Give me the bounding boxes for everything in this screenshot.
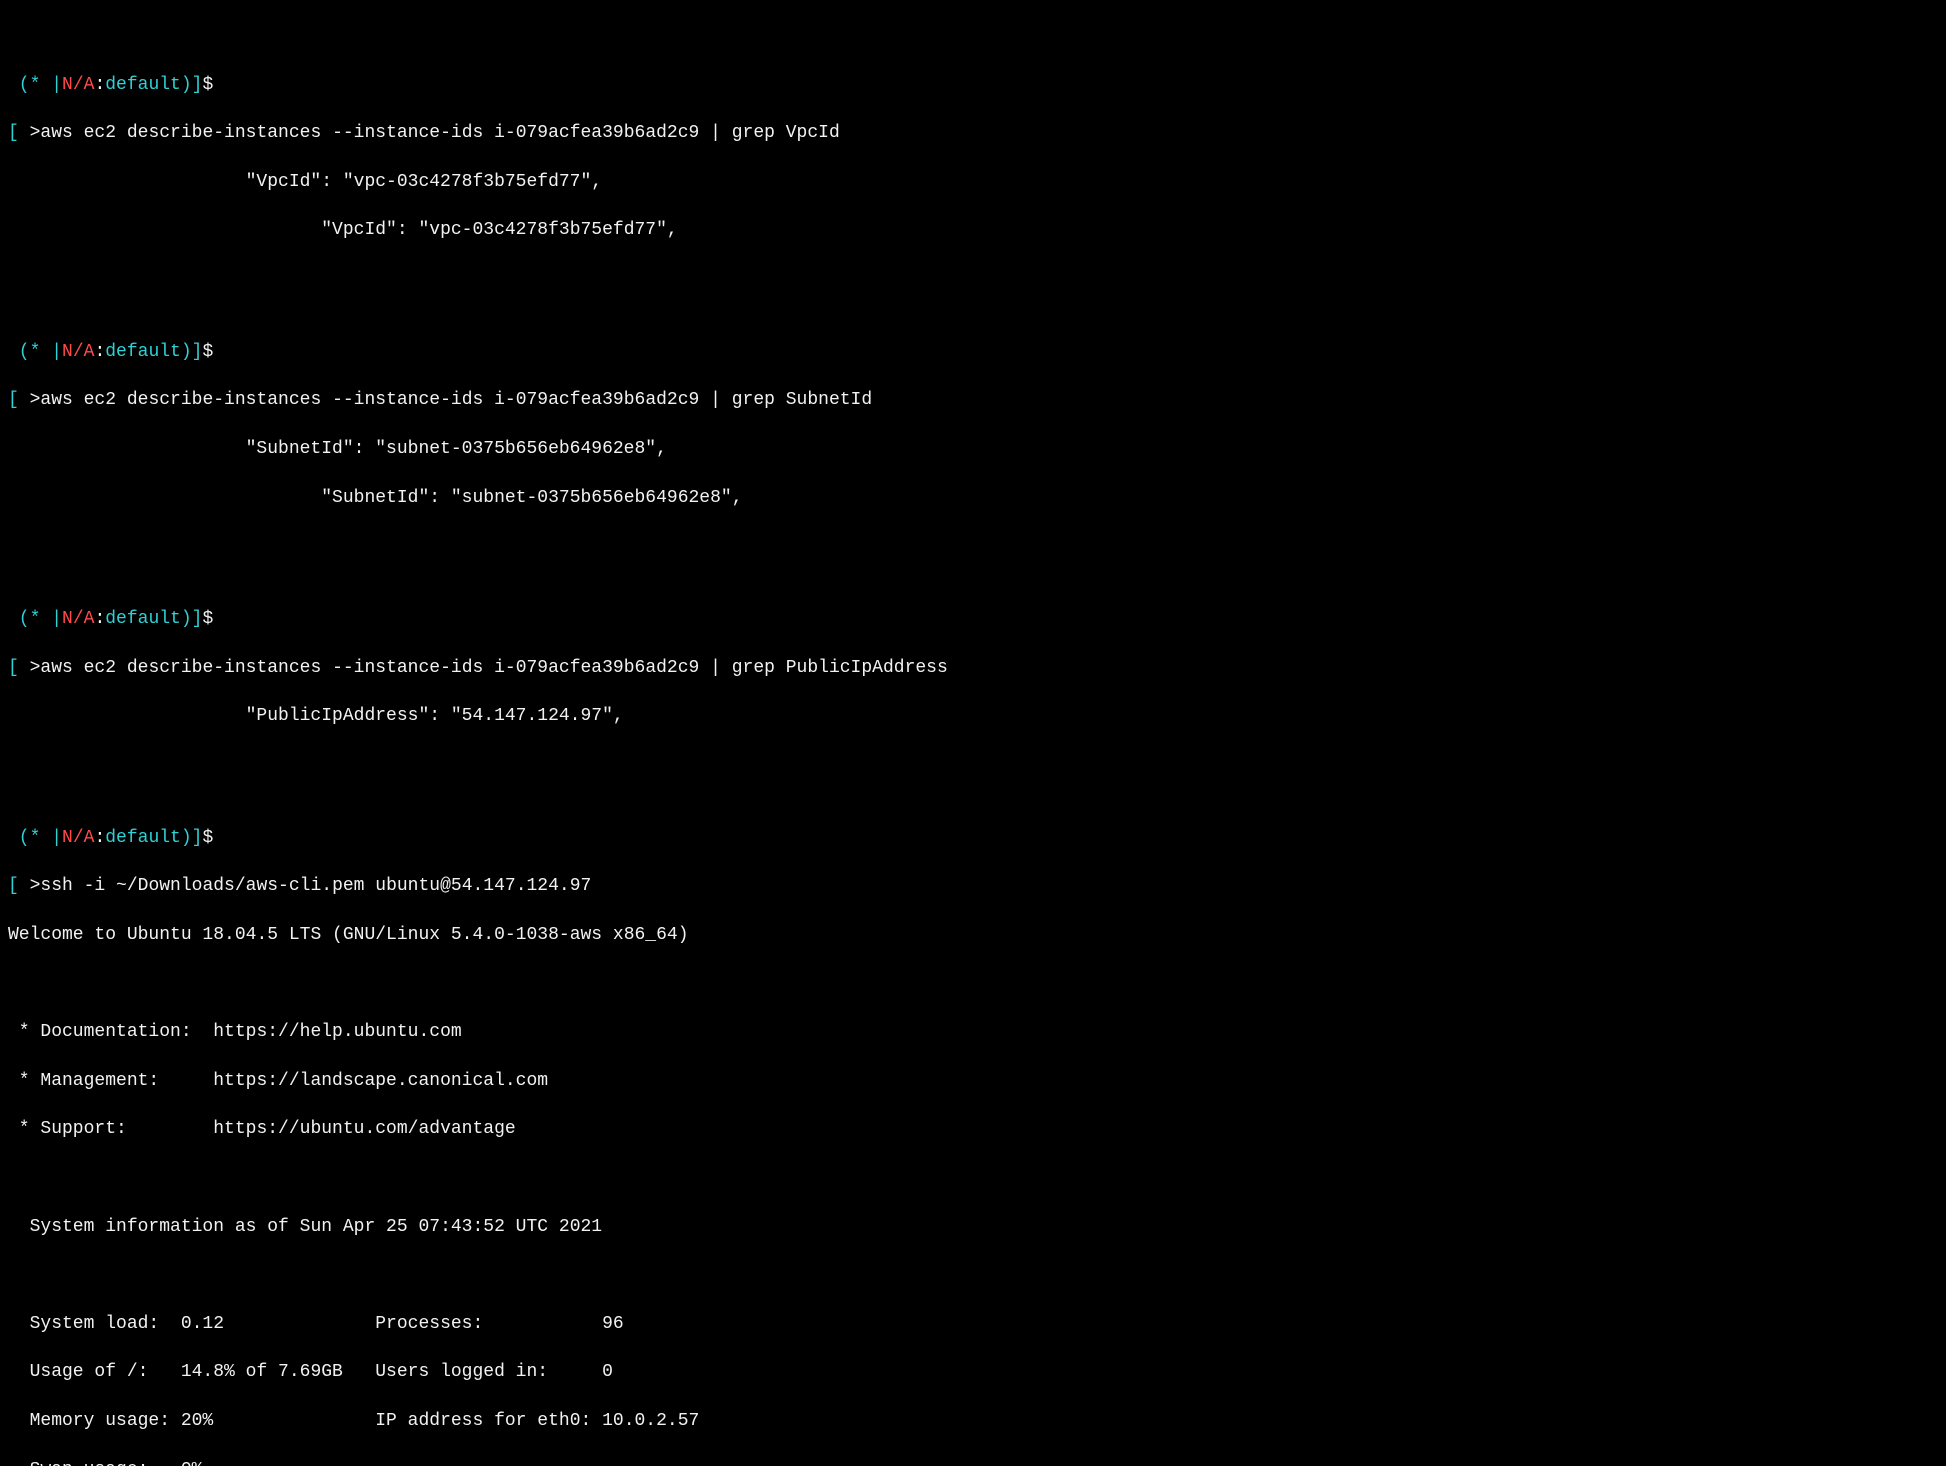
colon-sep: : xyxy=(94,75,105,95)
env-default: default xyxy=(105,609,181,629)
env-default: default xyxy=(105,75,181,95)
blank-line xyxy=(8,534,1938,558)
env-na: N/A xyxy=(62,342,94,362)
gt-icon: > xyxy=(30,390,41,410)
star-icon: * xyxy=(30,75,41,95)
sysinfo-row: Usage of /: 14.8% of 7.69GB Users logged… xyxy=(8,1360,1938,1384)
paren-open: ( xyxy=(8,828,30,848)
colon-sep: : xyxy=(94,609,105,629)
dollar: $ xyxy=(202,828,213,848)
blank-line xyxy=(8,1263,1938,1287)
publicip-out: "PublicIpAddress": "54.147.124.97", xyxy=(8,704,624,728)
cmd-text: aws ec2 describe-instances --instance-id… xyxy=(40,390,872,410)
subnet-out-1: "SubnetId": "subnet-0375b656eb64962e8", xyxy=(8,437,667,461)
output-line: "SubnetId": "subnet-0375b656eb64962e8", xyxy=(8,486,1938,510)
star-icon: * xyxy=(30,609,41,629)
bracket-open-icon: [ xyxy=(8,390,30,410)
terminal-window[interactable]: (* |N/A:default)]$ [ >aws ec2 describe-i… xyxy=(0,0,1946,1466)
colon-sep: : xyxy=(94,828,105,848)
sysinfo-header: System information as of Sun Apr 25 07:4… xyxy=(8,1215,1938,1239)
prompt-line: (* |N/A:default)]$ xyxy=(8,73,1938,97)
blank-line xyxy=(8,753,1938,777)
bracket-open-icon: [ xyxy=(8,876,30,896)
prompt-line: (* |N/A:default)]$ xyxy=(8,340,1938,364)
output-line: "PublicIpAddress": "54.147.124.97", xyxy=(8,704,1938,728)
star-icon: * xyxy=(30,828,41,848)
vpc-out-1: "VpcId": "vpc-03c4278f3b75efd77", xyxy=(8,170,602,194)
bracket-open-icon: [ xyxy=(8,658,30,678)
welcome-line: Welcome to Ubuntu 18.04.5 LTS (GNU/Linux… xyxy=(8,923,1938,947)
sysinfo-row: Memory usage: 20% IP address for eth0: 1… xyxy=(8,1409,1938,1433)
env-na: N/A xyxy=(62,609,94,629)
gt-icon: > xyxy=(30,658,41,678)
subnet-out-2: "SubnetId": "subnet-0375b656eb64962e8", xyxy=(8,486,743,510)
prompt-line: (* |N/A:default)]$ xyxy=(8,607,1938,631)
sysinfo-row: Swap usage: 0% xyxy=(8,1458,1938,1466)
close-bracket: )] xyxy=(181,828,203,848)
gt-icon: > xyxy=(30,876,41,896)
env-na: N/A xyxy=(62,75,94,95)
dollar: $ xyxy=(202,342,213,362)
dollar: $ xyxy=(202,75,213,95)
sysinfo-row: System load: 0.12 Processes: 96 xyxy=(8,1312,1938,1336)
command-line: [ >aws ec2 describe-instances --instance… xyxy=(8,656,1938,680)
output-line: "SubnetId": "subnet-0375b656eb64962e8", xyxy=(8,437,1938,461)
doc-link: * Documentation: https://help.ubuntu.com xyxy=(8,1020,1938,1044)
env-default: default xyxy=(105,828,181,848)
dollar: $ xyxy=(202,609,213,629)
close-bracket: )] xyxy=(181,75,203,95)
blank-line xyxy=(8,267,1938,291)
command-line: [ >aws ec2 describe-instances --instance… xyxy=(8,388,1938,412)
colon-sep: : xyxy=(94,342,105,362)
support-link: * Support: https://ubuntu.com/advantage xyxy=(8,1117,1938,1141)
cmd-text: ssh -i ~/Downloads/aws-cli.pem ubuntu@54… xyxy=(40,876,591,896)
command-line: [ >aws ec2 describe-instances --instance… xyxy=(8,121,1938,145)
env-na: N/A xyxy=(62,828,94,848)
cmd-text: aws ec2 describe-instances --instance-id… xyxy=(40,123,839,143)
command-line: [ >ssh -i ~/Downloads/aws-cli.pem ubuntu… xyxy=(8,874,1938,898)
cmd-text: aws ec2 describe-instances --instance-id… xyxy=(40,658,947,678)
prompt-line: (* |N/A:default)]$ xyxy=(8,826,1938,850)
bar-sep: | xyxy=(40,609,62,629)
output-line: "VpcId": "vpc-03c4278f3b75efd77", xyxy=(8,170,1938,194)
paren-open: ( xyxy=(8,342,30,362)
paren-open: ( xyxy=(8,75,30,95)
paren-open: ( xyxy=(8,609,30,629)
env-default: default xyxy=(105,342,181,362)
gt-icon: > xyxy=(30,123,41,143)
bar-sep: | xyxy=(40,828,62,848)
output-line: "VpcId": "vpc-03c4278f3b75efd77", xyxy=(8,218,1938,242)
blank-line xyxy=(8,972,1938,996)
vpc-out-2: "VpcId": "vpc-03c4278f3b75efd77", xyxy=(8,218,678,242)
bar-sep: | xyxy=(40,75,62,95)
blank-line xyxy=(8,1166,1938,1190)
mgmt-link: * Management: https://landscape.canonica… xyxy=(8,1069,1938,1093)
close-bracket: )] xyxy=(181,609,203,629)
star-icon: * xyxy=(30,342,41,362)
close-bracket: )] xyxy=(181,342,203,362)
bracket-open-icon: [ xyxy=(8,123,30,143)
bar-sep: | xyxy=(40,342,62,362)
